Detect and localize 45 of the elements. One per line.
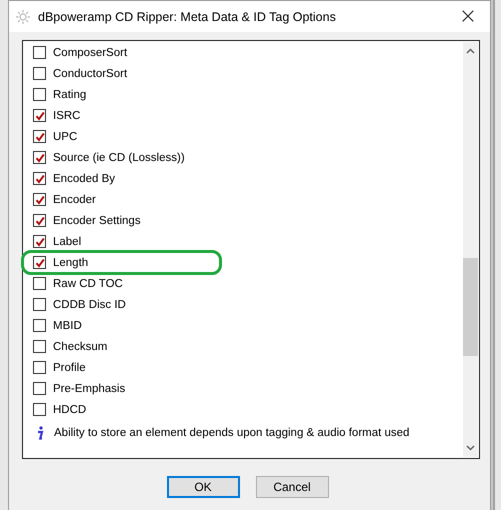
checkbox[interactable]	[33, 172, 46, 185]
checkbox[interactable]	[33, 151, 46, 164]
option-label: Encoder	[53, 194, 96, 206]
option-label: Checksum	[53, 340, 108, 352]
scrollbar-thumb[interactable]	[463, 258, 478, 356]
option-label: ConductorSort	[53, 68, 128, 80]
info-text: Ability to store an element depends upon tagging & audio format used	[54, 427, 410, 439]
checkbox[interactable]	[33, 361, 46, 374]
cancel-button[interactable]: Cancel	[256, 476, 328, 498]
option-label: Pre-Emphasis	[53, 382, 126, 394]
checkbox[interactable]	[33, 382, 46, 395]
scrollbar[interactable]	[463, 42, 478, 457]
checkbox[interactable]	[33, 256, 46, 269]
option-label: Encoder Settings	[53, 214, 141, 226]
sun-icon	[16, 10, 30, 24]
option-label: Source (ie CD (Lossless))	[53, 152, 185, 164]
option-label: MBID	[53, 320, 82, 332]
window-title: dBpoweramp CD Ripper: Meta Data & ID Tag Options	[38, 10, 337, 24]
checkbox[interactable]	[33, 235, 46, 248]
option-label: Rating	[53, 88, 86, 100]
option-label: Label	[53, 236, 82, 248]
option-label: ISRC	[53, 110, 80, 122]
checkbox[interactable]	[33, 67, 46, 80]
option-label: UPC	[53, 130, 78, 142]
option-label: HDCD	[53, 404, 86, 416]
checkbox[interactable]	[33, 319, 46, 332]
checkbox[interactable]	[33, 88, 46, 101]
checkbox[interactable]	[33, 130, 46, 143]
checkbox[interactable]	[33, 277, 46, 290]
checkbox[interactable]	[33, 214, 46, 227]
option-label: CDDB Disc ID	[53, 298, 126, 310]
close-button[interactable]: ×	[446, 1, 490, 32]
checkbox[interactable]	[33, 193, 46, 206]
option-label: Length	[53, 256, 88, 268]
ok-button[interactable]: OK	[166, 476, 240, 498]
option-label: Raw CD TOC	[53, 278, 123, 290]
option-label: ComposerSort	[53, 46, 128, 58]
checkbox[interactable]	[33, 298, 46, 311]
checkbox[interactable]	[33, 403, 46, 416]
checkbox[interactable]	[33, 340, 46, 353]
checkbox[interactable]	[33, 109, 46, 122]
checkbox[interactable]	[33, 46, 46, 59]
info-icon	[36, 426, 44, 440]
option-label: Profile	[53, 362, 86, 374]
option-label: Encoded By	[53, 172, 116, 184]
